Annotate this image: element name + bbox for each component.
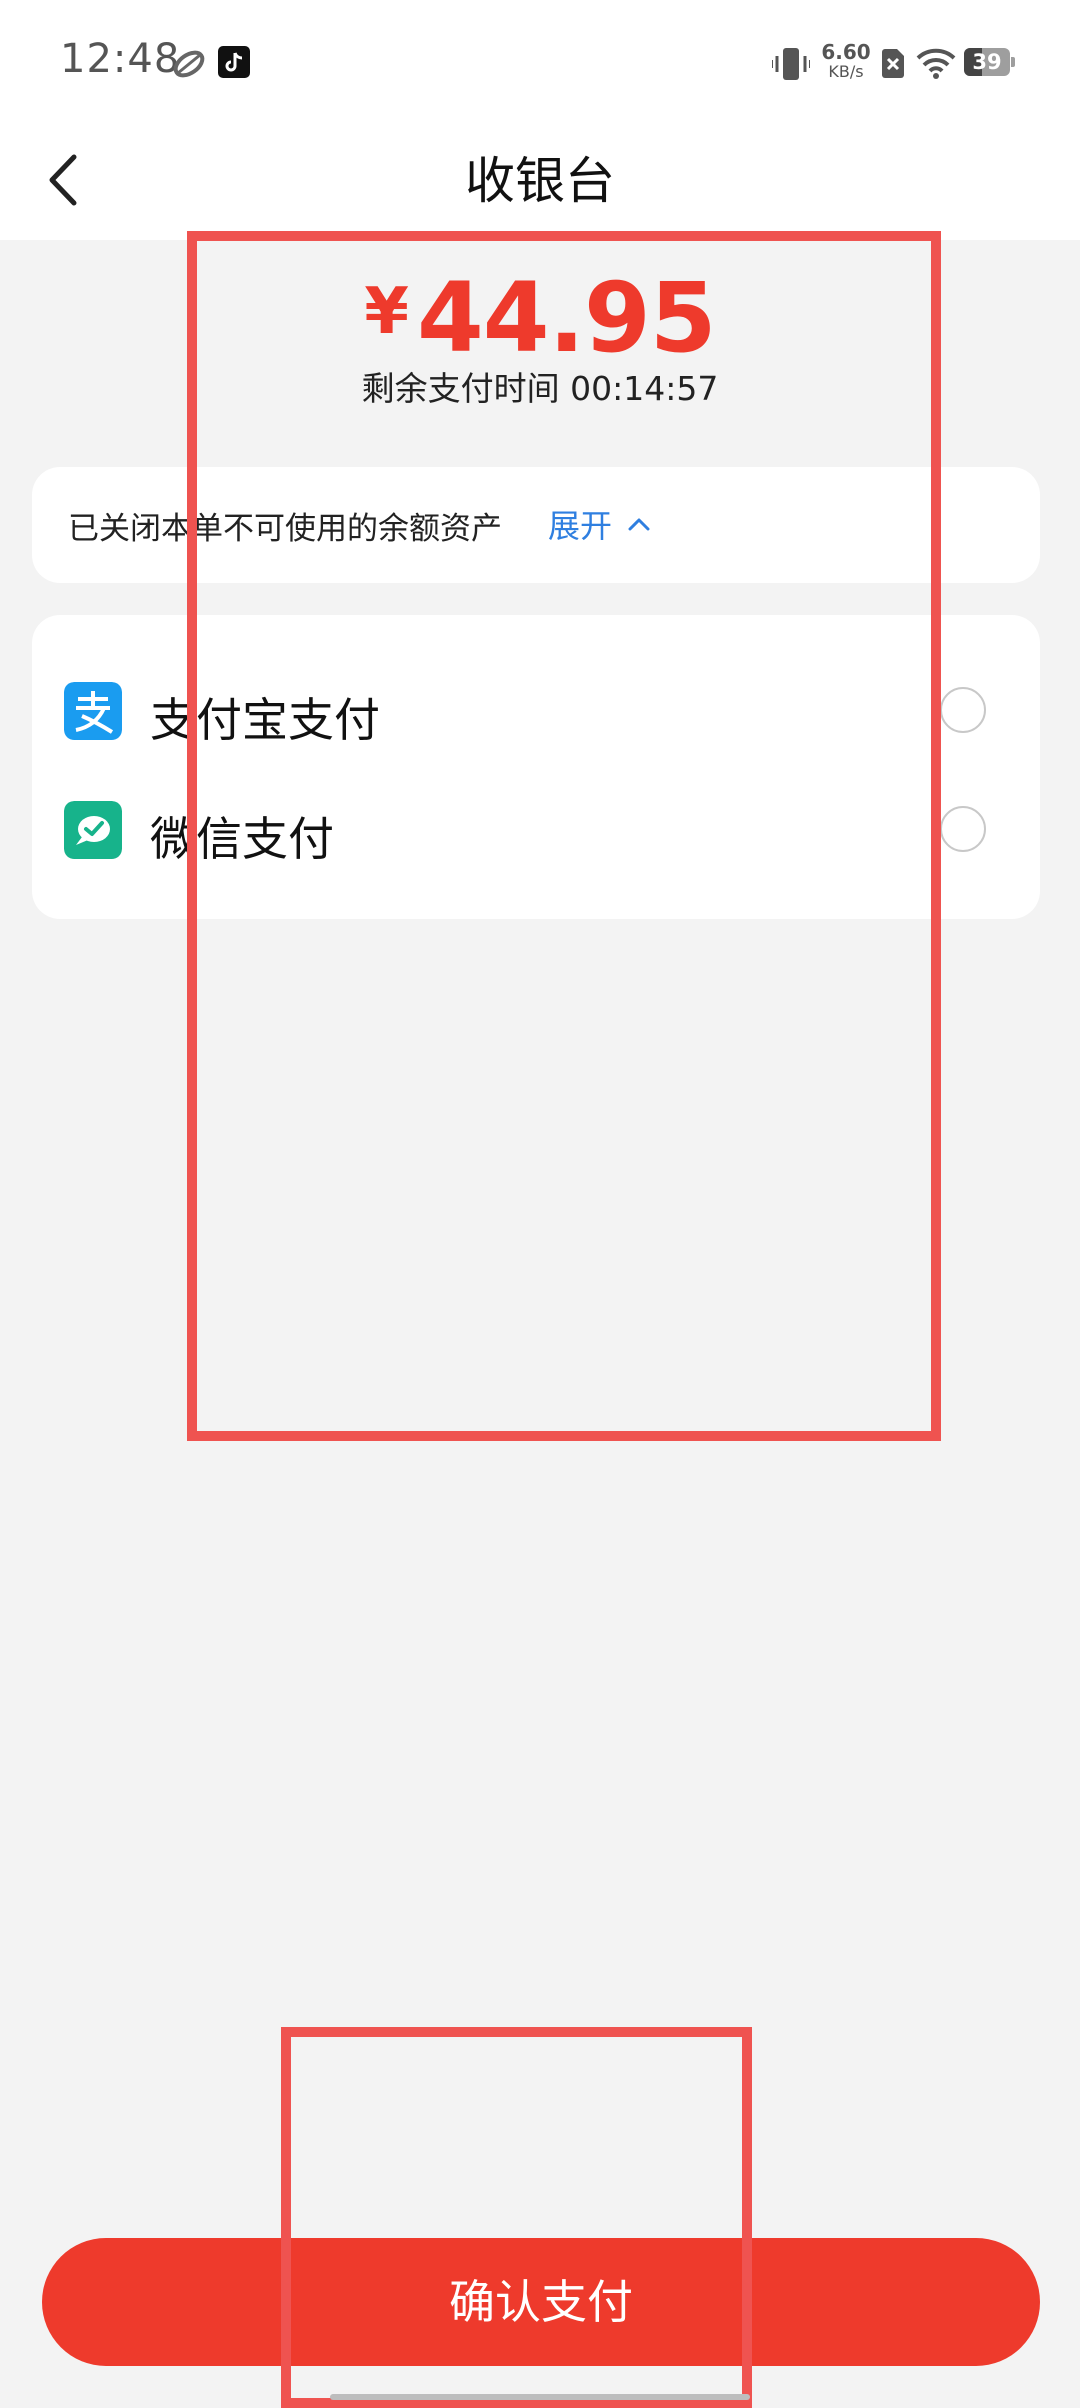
balance-notice-text: 已关闭本单不可使用的余额资产 bbox=[68, 511, 502, 547]
confirm-payment-button[interactable]: 确认支付 bbox=[42, 2238, 1040, 2366]
network-speed-unit: KB/s bbox=[828, 62, 864, 81]
expand-link[interactable]: 展开 bbox=[548, 501, 612, 547]
network-speed-value: 6.60 bbox=[821, 40, 871, 64]
currency-symbol: ¥ bbox=[364, 275, 409, 349]
alipay-radio[interactable] bbox=[940, 687, 986, 733]
payment-method-label: 支付宝支付 bbox=[150, 693, 380, 747]
sync-icon bbox=[173, 50, 205, 78]
page-title: 收银台 bbox=[465, 152, 615, 210]
no-sim-icon bbox=[882, 49, 904, 78]
status-time: 12:48 bbox=[60, 36, 181, 82]
battery-icon: 39 bbox=[964, 48, 1016, 76]
payment-method-wechat[interactable]: 微信支付 bbox=[32, 773, 1040, 883]
payment-countdown: 剩余支付时间 00:14:57 bbox=[361, 369, 719, 408]
vibrate-icon bbox=[772, 48, 810, 80]
chevron-up-icon[interactable] bbox=[626, 511, 652, 537]
payment-methods-card: 支付宝支付 微信支付 bbox=[32, 615, 1040, 919]
payment-method-label: 微信支付 bbox=[150, 812, 334, 866]
amount-value: 44.95 bbox=[416, 262, 717, 374]
tiktok-icon bbox=[218, 46, 250, 78]
payment-amount: ¥44.95 bbox=[0, 262, 1080, 374]
payment-method-alipay[interactable]: 支付宝支付 bbox=[32, 654, 1040, 764]
wifi-icon bbox=[916, 48, 956, 79]
wechat-pay-icon bbox=[64, 801, 122, 859]
title-bar: 收银台 bbox=[0, 125, 1080, 240]
alipay-icon bbox=[64, 682, 122, 740]
status-bar: 12:48 6.60 KB/s 39 bbox=[0, 0, 1080, 125]
network-speed: 6.60 KB/s bbox=[818, 42, 874, 82]
wechat-radio[interactable] bbox=[940, 806, 986, 852]
home-indicator bbox=[330, 2394, 750, 2400]
balance-notice-card: 已关闭本单不可使用的余额资产 展开 bbox=[32, 467, 1040, 583]
battery-level: 39 bbox=[972, 50, 1002, 74]
